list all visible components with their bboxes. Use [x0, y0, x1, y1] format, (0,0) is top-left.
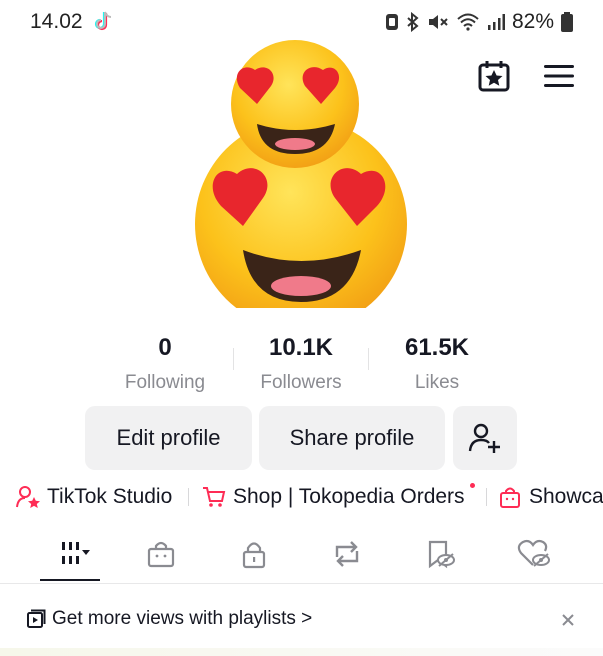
stat-likes[interactable]: 61.5K Likes	[372, 334, 502, 394]
tiktok-logo-icon	[94, 11, 112, 31]
tab-favorites[interactable]	[411, 532, 471, 576]
tiktok-studio-label: TikTok Studio	[47, 485, 173, 508]
tab-shop[interactable]	[131, 532, 191, 576]
shop-orders-label: Shop | Tokopedia Orders	[233, 485, 465, 508]
tab-reposts[interactable]	[317, 532, 377, 576]
bag-icon	[500, 487, 520, 508]
battery-icon	[561, 12, 573, 32]
playlist-icon	[27, 609, 46, 628]
followers-count: 10.1K	[268, 334, 334, 361]
status-icons: 82%	[385, 8, 573, 36]
notification-dot	[470, 483, 475, 488]
shortcut-tiktok-studio[interactable]: TikTok Studio	[16, 480, 172, 514]
calendar-star-icon[interactable]	[476, 58, 512, 94]
mute-icon	[428, 15, 448, 29]
bluetooth-icon	[407, 12, 419, 32]
share-profile-button[interactable]: Share profile	[259, 406, 445, 470]
add-friend-button[interactable]	[453, 406, 517, 470]
cart-icon	[203, 487, 226, 507]
shop-bag-icon	[147, 541, 175, 568]
tab-private[interactable]	[224, 532, 284, 576]
tabs-divider	[0, 583, 603, 584]
likes-count: 61.5K	[404, 334, 470, 361]
following-label: Following	[124, 372, 206, 393]
likes-label: Likes	[414, 372, 460, 393]
stat-followers[interactable]: 10.1K Followers	[236, 334, 366, 394]
battery-percent: 82%	[511, 10, 554, 33]
wifi-icon	[457, 13, 479, 31]
shortcut-showcase[interactable]: Showca	[498, 480, 603, 514]
hamburger-menu-icon[interactable]	[542, 60, 576, 92]
tab-liked[interactable]	[504, 532, 564, 576]
stat-following[interactable]: 0 Following	[100, 334, 230, 394]
showcase-label: Showca	[529, 485, 603, 508]
stat-divider	[233, 348, 234, 370]
stat-divider	[368, 348, 369, 370]
tab-videos[interactable]	[40, 532, 100, 576]
playlist-banner-text[interactable]: Get more views with playlists >	[52, 608, 312, 630]
status-time: 14.02	[30, 10, 83, 33]
person-star-icon	[16, 486, 40, 508]
edit-profile-button[interactable]: Edit profile	[85, 406, 252, 470]
followers-label: Followers	[260, 372, 342, 393]
shortcut-divider	[486, 488, 487, 506]
shortcut-divider	[188, 488, 189, 506]
heart-eyes-emoji-avatar[interactable]	[185, 36, 415, 308]
bookmark-hidden-icon	[428, 540, 455, 569]
repost-icon	[335, 541, 359, 567]
share-profile-label: Share profile	[289, 425, 415, 450]
close-icon[interactable]	[556, 608, 580, 632]
add-person-icon	[468, 423, 500, 453]
edit-profile-label: Edit profile	[116, 425, 221, 450]
active-tab-indicator	[40, 579, 100, 581]
grid-videos-icon	[62, 542, 90, 564]
shortcut-shop-orders[interactable]: Shop | Tokopedia Orders	[202, 480, 465, 514]
content-preview-strip	[0, 648, 603, 656]
following-count: 0	[158, 334, 172, 361]
liked-hidden-icon	[517, 539, 550, 567]
signal-icon	[487, 14, 505, 30]
nfc-icon	[385, 14, 398, 30]
lock-icon	[242, 542, 266, 569]
shortcut-row: TikTok Studio Shop | Tokopedia Orders Sh…	[0, 480, 603, 514]
